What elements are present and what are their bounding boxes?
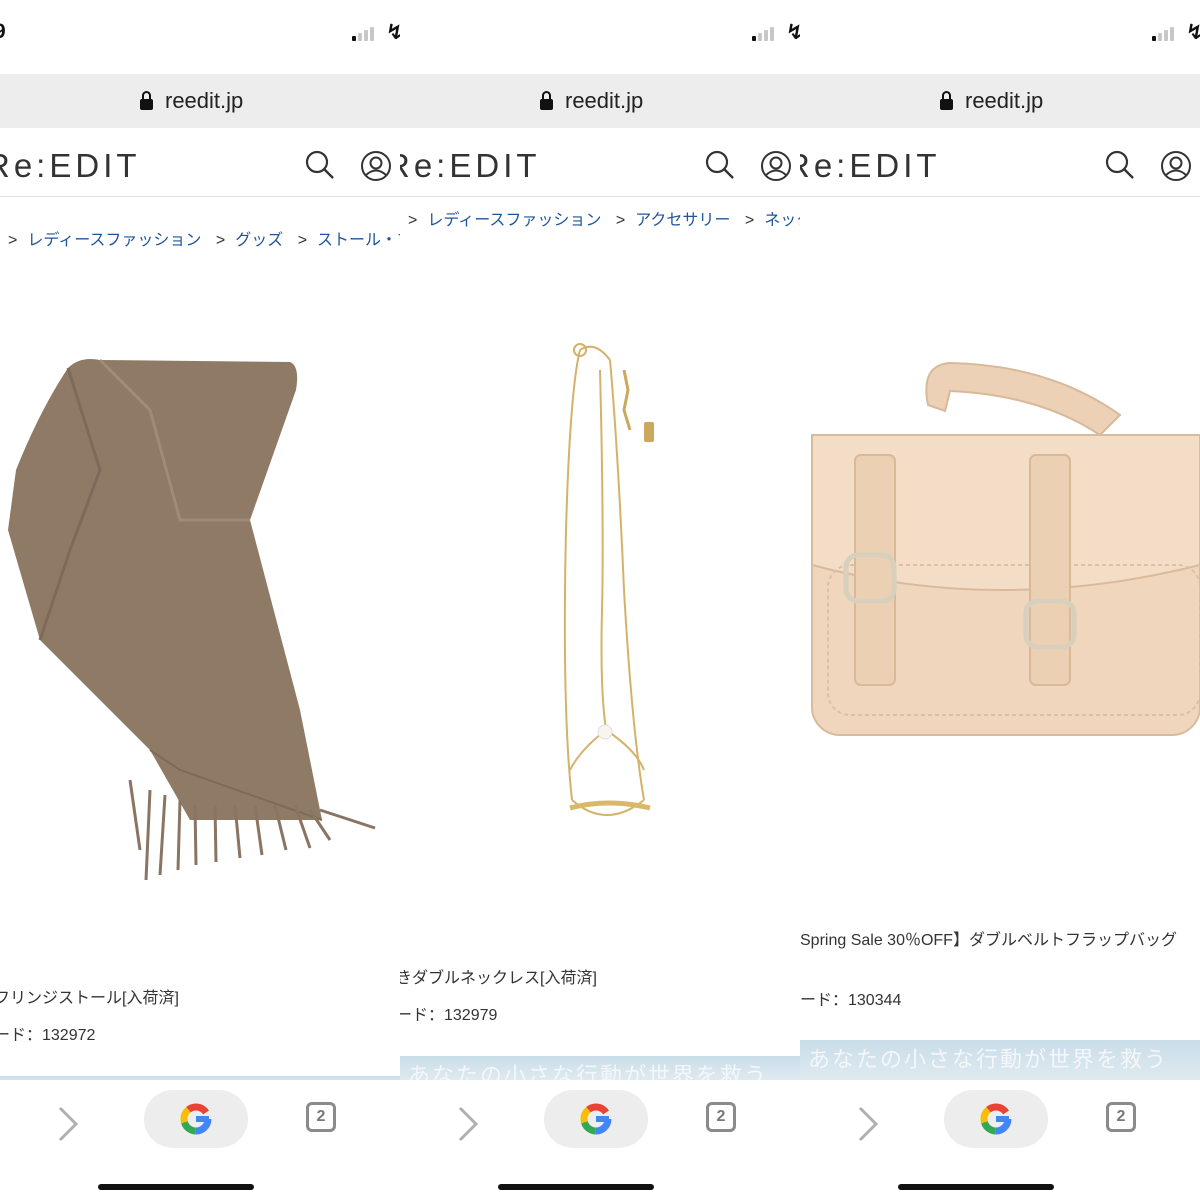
google-button[interactable] (144, 1090, 248, 1148)
breadcrumb-item[interactable]: レディースファッション (427, 212, 601, 229)
google-button[interactable] (544, 1090, 648, 1148)
google-icon (980, 1103, 1012, 1135)
home-indicator[interactable] (98, 1184, 254, 1190)
banner-text: あなたの小さな行動が世界を救う (408, 1064, 769, 1080)
search-icon[interactable] (305, 150, 335, 180)
breadcrumb-item[interactable]: レディースファッション (27, 232, 201, 249)
breadcrumb-item[interactable]: ストール・マ (317, 232, 400, 249)
promo-banner[interactable]: あなたの小さな行動が世界を救う (800, 1040, 1200, 1080)
url-text: reedit.jp (965, 88, 1044, 113)
product-code: ード：130344 (800, 992, 902, 1009)
url-text: reedit.jp (165, 88, 244, 113)
status-bar: 9 ↯9 (0, 0, 400, 70)
tabs-button[interactable]: 2 (706, 1102, 736, 1132)
status-bar: ↯8 (400, 0, 800, 70)
google-icon (580, 1103, 612, 1135)
forward-icon[interactable] (52, 1104, 82, 1144)
product-code: ード：132972 (0, 1027, 96, 1044)
search-icon[interactable] (1105, 150, 1135, 180)
home-indicator[interactable] (498, 1184, 654, 1190)
product-name[interactable]: Spring Sale 30％OFF】ダブルベルトフラップバッグ (800, 926, 1177, 950)
breadcrumb-item[interactable]: ネック (764, 212, 800, 229)
browser-toolbar: 2 (400, 1080, 800, 1200)
product-image-necklace (563, 343, 654, 816)
lock-icon (940, 90, 953, 110)
screenshot-panel-scarf: 9 ↯9 reedit.jp Re:EDIT >レディースファッション >グッズ… (0, 0, 400, 1200)
tabs-button[interactable]: 2 (306, 1102, 336, 1132)
signal-icon (752, 27, 780, 41)
status-time-next: ↯ (1186, 20, 1200, 45)
breadcrumb-item[interactable]: アクセサリー (635, 212, 730, 229)
breadcrumb-item[interactable]: グッズ (235, 232, 283, 249)
status-time-next: ↯8 (786, 20, 800, 45)
site-logo[interactable]: Re:EDIT (800, 147, 941, 185)
product-name[interactable]: フリンジストール[入荷済] (0, 984, 179, 1008)
site-header: Re:EDIT (400, 138, 800, 197)
site-logo[interactable]: Re:EDIT (400, 147, 541, 185)
promo-banner[interactable]: あなたの小さな行動が世界を救う (400, 1056, 800, 1080)
browser-toolbar: 2 (800, 1080, 1200, 1200)
banner-text: あなたの小さな行動が世界を救う (808, 1048, 1169, 1073)
home-indicator[interactable] (898, 1184, 1054, 1190)
product-name[interactable]: きダブルネックレス[入荷済] (400, 964, 597, 988)
google-icon (180, 1103, 212, 1135)
forward-icon[interactable] (452, 1104, 482, 1144)
status-bar: ↯ (800, 0, 1200, 70)
address-bar[interactable]: reedit.jp (400, 74, 800, 128)
account-icon[interactable] (1160, 150, 1192, 182)
tabs-button[interactable]: 2 (1106, 1102, 1136, 1132)
address-bar[interactable]: reedit.jp (0, 74, 400, 128)
forward-icon[interactable] (852, 1104, 882, 1144)
screenshot-panel-necklace: ↯8 reedit.jp Re:EDIT >レディースファッション >アクセサリ… (400, 0, 800, 1200)
site-header: Re:EDIT (0, 138, 400, 197)
site-header: Re:EDIT (800, 138, 1200, 197)
signal-icon (1152, 27, 1180, 41)
account-icon[interactable] (760, 150, 792, 182)
screenshot-panel-bag: ↯ reedit.jp Re:EDIT Spring Sale 30％OFF】ダ… (800, 0, 1200, 1200)
status-time-next: ↯9 (386, 20, 400, 45)
signal-icon (352, 27, 380, 41)
account-icon[interactable] (360, 150, 392, 182)
search-icon[interactable] (705, 150, 735, 180)
product-code: ード：132979 (400, 1007, 498, 1024)
wifi-icon: ↯ (786, 21, 800, 44)
breadcrumb: >レディースファッション >アクセサリー >ネック (408, 206, 800, 230)
address-bar[interactable]: reedit.jp (800, 74, 1200, 128)
browser-toolbar: 2 (0, 1080, 400, 1200)
google-button[interactable] (944, 1090, 1048, 1148)
breadcrumb: >レディースファッション >グッズ >ストール・マ (8, 226, 400, 250)
wifi-icon: ↯ (1186, 21, 1200, 44)
product-image-scarf (8, 358, 376, 881)
url-text: reedit.jp (565, 88, 644, 113)
product-image-bag (811, 361, 1200, 736)
lock-icon (540, 90, 553, 110)
lock-icon (140, 90, 153, 110)
wifi-icon: ↯ (386, 21, 400, 44)
status-time: 9 (0, 20, 6, 44)
site-logo[interactable]: Re:EDIT (0, 147, 141, 185)
